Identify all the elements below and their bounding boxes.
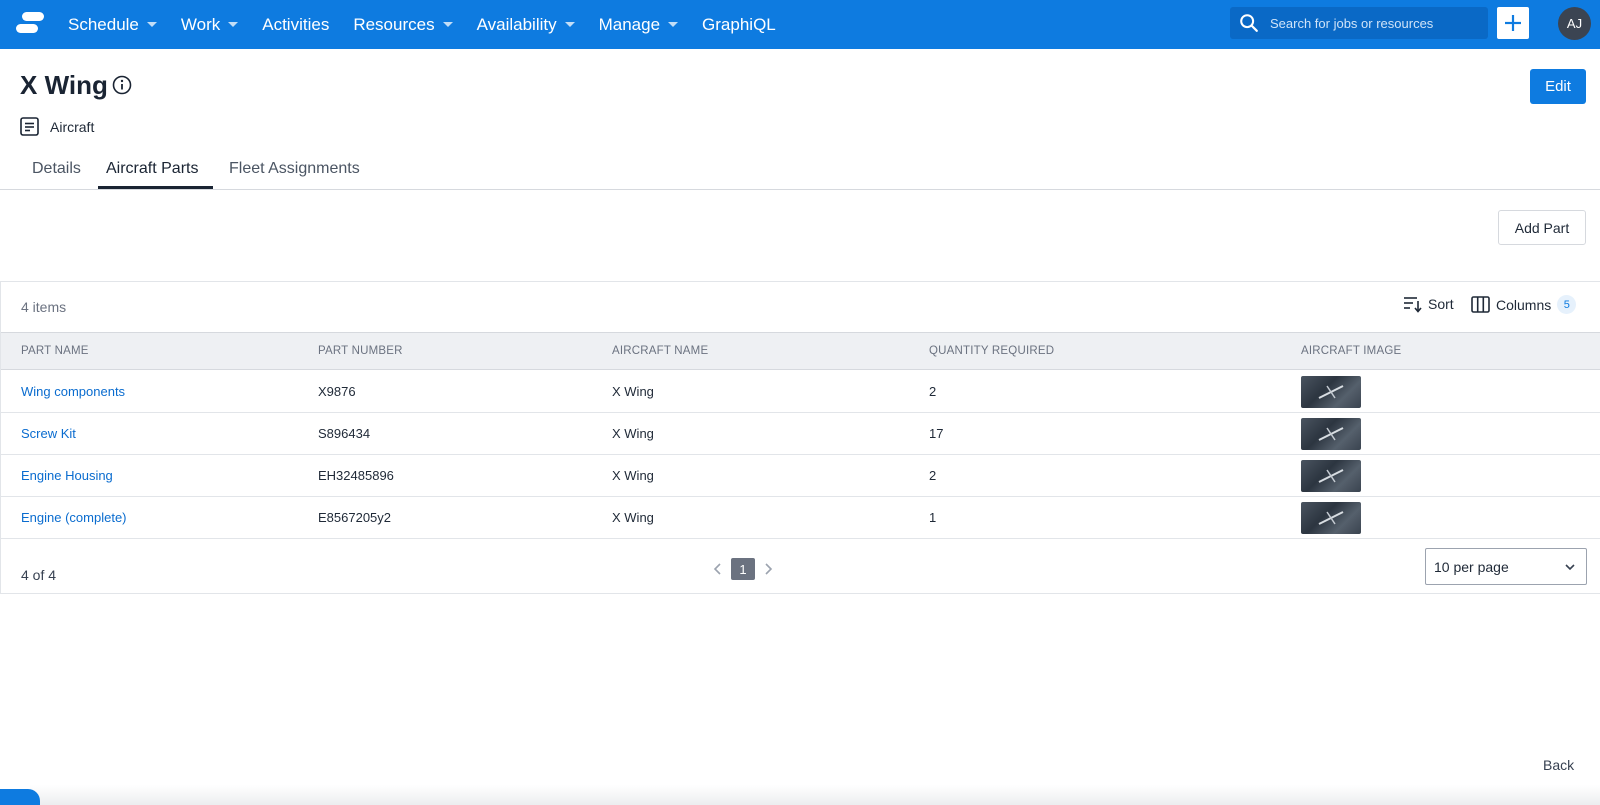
tab-details[interactable]: Details — [32, 160, 81, 186]
resource-type-label: Aircraft — [50, 119, 95, 135]
caret-down-icon — [228, 22, 239, 27]
caret-down-icon — [668, 22, 679, 27]
app-logo-icon[interactable] — [16, 12, 44, 34]
pagination: 1 — [711, 558, 775, 580]
corner-accent — [0, 789, 40, 805]
quantity-cell: 17 — [929, 426, 944, 441]
nav-item-label: GraphiQL — [702, 14, 776, 34]
part-number-cell: X9876 — [318, 384, 356, 399]
aircraft-image-icon — [1318, 427, 1344, 441]
table-header: PART NAME PART NUMBER AIRCRAFT NAME QUAN… — [1, 332, 1600, 370]
nav-item-activities[interactable]: Activities — [262, 15, 329, 35]
nav-item-graphiql[interactable]: GraphiQL — [702, 15, 776, 35]
tab-bar: Details Aircraft Parts Fleet Assignments — [0, 150, 1600, 190]
footer-shadow — [30, 785, 1600, 805]
aircraft-thumbnail[interactable] — [1301, 376, 1361, 408]
sort-icon — [1404, 297, 1422, 313]
active-tab-indicator — [98, 186, 213, 189]
page-title: X Wing — [20, 70, 108, 100]
nav-item-resources[interactable]: Resources — [353, 14, 453, 35]
back-link[interactable]: Back — [1543, 757, 1574, 773]
columns-icon — [1471, 296, 1490, 313]
table-row: Screw Kit S896434 X Wing 17 — [1, 413, 1600, 455]
aircraft-thumbnail[interactable] — [1301, 502, 1361, 534]
nav-item-label: Resources — [353, 14, 435, 34]
per-page-select[interactable]: 10 per page — [1425, 548, 1587, 585]
column-header-part-number[interactable]: PART NUMBER — [318, 345, 403, 357]
chevron-right-icon[interactable] — [761, 562, 775, 576]
nav-item-availability[interactable]: Availability — [477, 15, 575, 35]
user-avatar[interactable]: AJ — [1558, 7, 1591, 40]
sort-label: Sort — [1428, 296, 1454, 312]
info-icon[interactable] — [112, 75, 132, 95]
pagination-summary: 4 of 4 — [21, 567, 57, 583]
chevron-down-icon — [1565, 564, 1575, 571]
edit-button[interactable]: Edit — [1530, 69, 1586, 104]
main-nav: Schedule Work Activities Resources Avail… — [68, 0, 800, 49]
table-row: Engine (complete) E8567205y2 X Wing 1 — [1, 497, 1600, 539]
aircraft-name-cell: X Wing — [612, 468, 654, 483]
global-search — [1230, 7, 1488, 39]
nav-item-label: Activities — [262, 14, 330, 34]
quantity-cell: 2 — [929, 384, 937, 399]
aircraft-thumbnail[interactable] — [1301, 418, 1361, 450]
top-navbar: Schedule Work Activities Resources Avail… — [0, 0, 1600, 49]
per-page-value: 10 per page — [1434, 558, 1509, 575]
nav-item-label: Availability — [476, 14, 557, 34]
chevron-left-icon[interactable] — [711, 562, 725, 576]
aircraft-name-cell: X Wing — [612, 426, 654, 441]
page-number-button[interactable]: 1 — [731, 558, 755, 580]
nav-item-label: Work — [180, 14, 221, 34]
aircraft-image-icon — [1318, 511, 1344, 525]
nav-item-manage[interactable]: Manage — [598, 14, 679, 35]
nav-item-schedule[interactable]: Schedule — [68, 15, 157, 35]
columns-button[interactable]: Columns 5 — [1471, 295, 1577, 314]
nav-item-work[interactable]: Work — [180, 14, 239, 35]
caret-down-icon — [146, 22, 157, 27]
columns-label: Columns — [1496, 296, 1552, 313]
quantity-cell: 1 — [929, 510, 937, 525]
sort-button[interactable]: Sort — [1403, 295, 1454, 313]
tab-fleet-assignments[interactable]: Fleet Assignments — [229, 160, 360, 186]
search-icon — [1240, 14, 1258, 32]
part-name-link[interactable]: Screw Kit — [21, 426, 76, 441]
search-input[interactable] — [1270, 15, 1480, 31]
aircraft-image-icon — [1318, 469, 1344, 483]
parts-table-panel: 4 items Sort Columns 5 PART NAME PART NU… — [0, 281, 1600, 594]
aircraft-name-cell: X Wing — [612, 510, 654, 525]
column-header-part-name[interactable]: PART NAME — [21, 345, 89, 357]
part-name-link[interactable]: Engine Housing — [21, 468, 113, 483]
part-number-cell: S896434 — [318, 426, 371, 441]
aircraft-thumbnail[interactable] — [1301, 460, 1361, 492]
nav-item-label: Manage — [598, 14, 661, 34]
column-header-aircraft-image[interactable]: AIRCRAFT IMAGE — [1301, 345, 1401, 357]
table-row: Wing components X9876 X Wing 2 — [1, 371, 1600, 413]
items-count: 4 items — [21, 299, 67, 315]
caret-down-icon — [442, 22, 453, 27]
aircraft-image-icon — [1318, 385, 1344, 399]
document-icon — [20, 117, 39, 136]
columns-count-badge: 5 — [1557, 295, 1577, 314]
quantity-cell: 2 — [929, 468, 937, 483]
tab-aircraft-parts[interactable]: Aircraft Parts — [106, 160, 198, 186]
part-number-cell: E8567205y2 — [318, 510, 392, 525]
part-name-link[interactable]: Engine (complete) — [21, 510, 127, 525]
caret-down-icon — [564, 22, 575, 27]
part-name-link[interactable]: Wing components — [21, 384, 125, 399]
aircraft-name-cell: X Wing — [612, 384, 654, 399]
nav-item-label: Schedule — [68, 14, 139, 34]
table-row: Engine Housing EH32485896 X Wing 2 — [1, 455, 1600, 497]
column-header-aircraft-name[interactable]: AIRCRAFT NAME — [612, 345, 708, 357]
create-new-button[interactable] — [1497, 7, 1529, 39]
part-number-cell: EH32485896 — [318, 468, 394, 483]
add-part-button[interactable]: Add Part — [1498, 210, 1586, 245]
column-header-quantity-required[interactable]: QUANTITY REQUIRED — [929, 345, 1054, 357]
plus-icon — [1505, 15, 1521, 31]
